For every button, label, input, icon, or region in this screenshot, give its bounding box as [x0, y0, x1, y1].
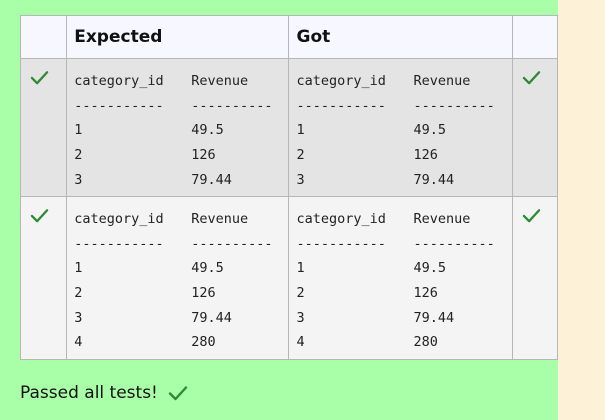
output-line: 3 79.44: [296, 306, 511, 331]
output-col-2: 49.5: [413, 260, 446, 277]
check-icon: [30, 209, 49, 223]
output-col-1: 3: [296, 309, 305, 326]
output-col-1: category_id: [296, 211, 386, 227]
output-line: category_id Revenue: [296, 69, 511, 94]
output-line: category_id Revenue: [74, 69, 288, 94]
output-col-2: 79.44: [191, 309, 232, 326]
output-col-2: Revenue: [191, 211, 249, 227]
output-col-2: 126: [191, 285, 216, 302]
row-status-left: [19, 196, 68, 360]
output-col-1: category_id: [74, 73, 164, 89]
table-row: category_id Revenue ----------- ---------- 1…: [19, 58, 559, 197]
output-col-1: 1: [74, 122, 83, 139]
expected-output: category_id Revenue ----------- ---------- 1…: [67, 197, 288, 355]
output-line: 2 126: [296, 143, 511, 168]
output-col-1: 2: [296, 285, 305, 302]
output-col-2: 49.5: [191, 260, 224, 277]
output-col-2: 280: [191, 334, 216, 351]
output-line: 2 126: [296, 281, 511, 306]
output-col-1: 1: [74, 260, 83, 277]
output-line: 4 280: [74, 330, 288, 355]
output-line: 2 126: [74, 143, 288, 168]
row-status-left: [19, 58, 68, 197]
output-line: 3 79.44: [74, 306, 288, 331]
got-output-cell: category_id Revenue ----------- ---------- 1…: [288, 196, 513, 360]
output-line: category_id Revenue: [296, 207, 511, 232]
header-blank-right: [511, 15, 559, 59]
output-col-1: 3: [296, 171, 305, 188]
output-col-2: 126: [413, 147, 438, 164]
output-col-1: category_id: [74, 211, 164, 227]
output-col-2: ----------: [191, 235, 273, 252]
got-output: category_id Revenue ----------- ---------- 1…: [289, 59, 511, 192]
output-col-2: 280: [413, 334, 438, 351]
results-panel: Expected Got category_id Revenue ---------…: [0, 0, 559, 420]
test-status: Passed all tests!: [20, 383, 188, 403]
output-line: 2 126: [74, 281, 288, 306]
table-header-row: Expected Got: [19, 15, 559, 59]
output-col-2: ----------: [413, 97, 495, 114]
output-col-2: Revenue: [413, 211, 471, 227]
output-line: 4 280: [296, 330, 511, 355]
header-blank-left: [19, 15, 68, 59]
output-col-1: 2: [74, 147, 83, 164]
table-row: category_id Revenue ----------- ---------- 1…: [19, 196, 559, 360]
got-output: category_id Revenue ----------- ---------- 1…: [289, 197, 511, 355]
output-col-2: 49.5: [413, 122, 446, 139]
output-col-2: 79.44: [191, 171, 232, 188]
header-expected-label: Expected: [74, 27, 163, 47]
output-line: 3 79.44: [296, 168, 511, 193]
got-output-cell: category_id Revenue ----------- ---------- 1…: [288, 58, 513, 197]
output-col-2: 79.44: [413, 309, 455, 326]
expected-output-cell: category_id Revenue ----------- ---------- 1…: [66, 58, 290, 197]
output-line: ----------- ----------: [74, 232, 288, 257]
results-table: Expected Got category_id Revenue ---------…: [19, 15, 559, 360]
header-got-label: Got: [296, 27, 331, 47]
check-icon: [168, 386, 188, 401]
output-line: ----------- ----------: [296, 232, 511, 257]
output-col-2: 126: [191, 147, 216, 164]
output-col-2: 49.5: [191, 122, 224, 139]
output-line: ----------- ----------: [74, 94, 288, 119]
output-col-1: category_id: [296, 73, 386, 89]
output-line: ----------- ----------: [296, 94, 511, 119]
check-icon: [30, 71, 49, 85]
output-line: 1 49.5: [74, 256, 288, 281]
output-col-1: 1: [296, 122, 305, 139]
output-col-2: Revenue: [191, 73, 249, 89]
header-got: Got: [288, 15, 513, 59]
output-col-1: 2: [296, 147, 305, 164]
output-col-1: -----------: [296, 97, 386, 114]
output-col-2: ----------: [191, 97, 273, 114]
output-col-1: 3: [74, 309, 83, 326]
output-line: category_id Revenue: [74, 207, 288, 232]
output-col-2: Revenue: [413, 73, 471, 89]
row-status-right: [511, 58, 559, 197]
output-col-1: -----------: [74, 235, 164, 252]
header-expected: Expected: [66, 15, 290, 59]
status-message: Passed all tests!: [20, 383, 158, 403]
output-col-1: 4: [296, 334, 305, 351]
output-col-1: 2: [74, 285, 83, 302]
output-col-2: 126: [413, 285, 438, 302]
output-col-1: 4: [74, 334, 83, 351]
output-line: 1 49.5: [296, 256, 511, 281]
output-line: 1 49.5: [74, 118, 288, 143]
output-col-1: -----------: [296, 235, 386, 252]
expected-output: category_id Revenue ----------- ---------- 1…: [67, 59, 288, 192]
check-icon: [522, 71, 540, 85]
expected-output-cell: category_id Revenue ----------- ---------- 1…: [66, 196, 290, 360]
output-line: 1 49.5: [296, 118, 511, 143]
output-col-2: 79.44: [413, 171, 455, 188]
check-icon: [522, 209, 540, 223]
output-col-1: -----------: [74, 97, 164, 114]
output-col-2: ----------: [413, 235, 495, 252]
row-status-right: [511, 196, 559, 360]
output-col-1: 1: [296, 260, 305, 277]
output-col-1: 3: [74, 171, 83, 188]
output-line: 3 79.44: [74, 168, 288, 193]
